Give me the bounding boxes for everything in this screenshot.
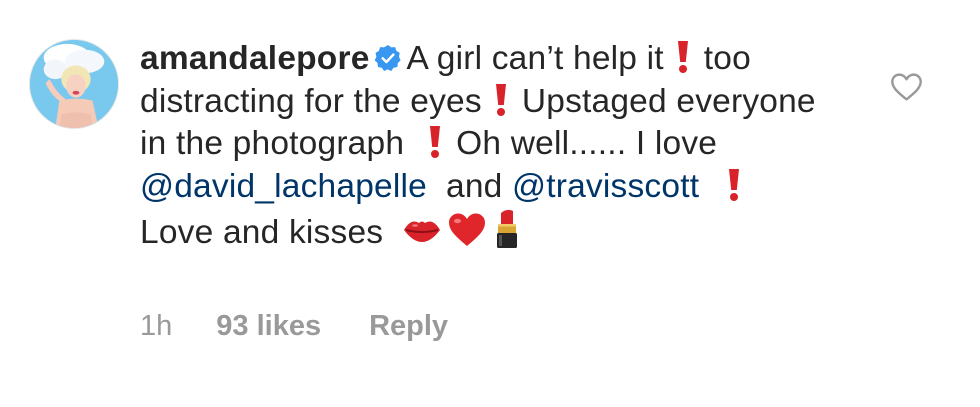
mention-link[interactable]: @travisscott — [512, 168, 699, 205]
verified-badge-icon — [374, 44, 402, 72]
mention-link[interactable]: @david_lachapelle — [140, 168, 427, 205]
reply-button[interactable]: Reply — [369, 310, 448, 343]
avatar[interactable] — [29, 39, 119, 129]
exclamation-emoji — [426, 125, 444, 159]
avatar-image — [30, 40, 118, 128]
comment-segment: Oh well...... I love — [456, 125, 718, 163]
heart-outline-icon[interactable] — [890, 72, 923, 102]
red-heart-emoji — [447, 212, 487, 248]
username-link[interactable]: amandalepore — [140, 40, 370, 77]
likes-count-button[interactable]: 93 likes — [216, 310, 321, 343]
exclamation-emoji — [492, 83, 510, 117]
comment-text: amandalepore A girl can’t help it too dist… — [140, 38, 830, 255]
exclamation-emoji — [674, 40, 692, 74]
comment-meta: 1h 93 likes Reply — [140, 310, 448, 343]
lipstick-emoji — [493, 208, 521, 250]
comment-segment: Love and kisses — [140, 214, 384, 252]
comment-segment: and — [446, 167, 503, 205]
timestamp: 1h — [140, 310, 173, 342]
kiss-lips-emoji — [401, 214, 443, 248]
exclamation-emoji — [725, 168, 743, 202]
comment-segment: A girl can’t help it — [406, 40, 664, 77]
